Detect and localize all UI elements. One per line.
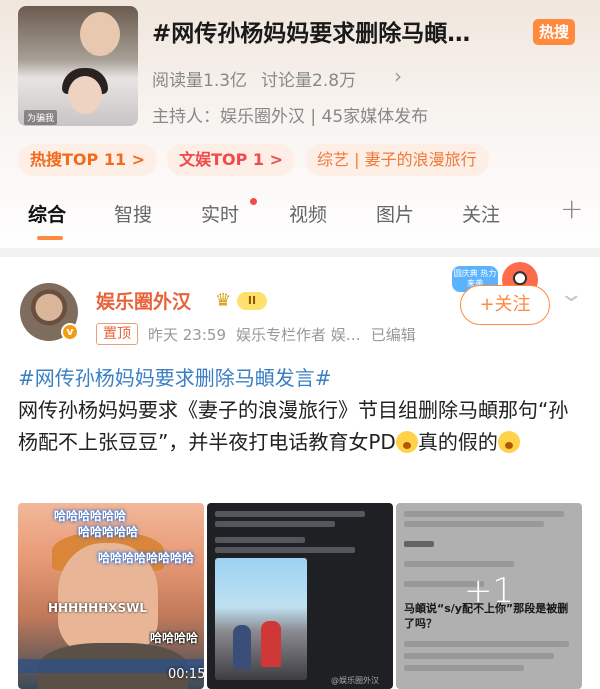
crown-icon: ♛: [215, 290, 232, 311]
tab-smart-search[interactable]: 智搜: [114, 200, 152, 227]
chip-hot-rank[interactable]: 热搜TOP 11 >: [18, 144, 158, 176]
post-body: #网传孙杨妈妈要求删除马頔发言# 网传孙杨妈妈要求《妻子的浪漫旅行》节目组删除马…: [18, 362, 588, 458]
verified-icon: v: [61, 323, 79, 341]
user-level-badge: II: [237, 292, 267, 310]
tab-realtime[interactable]: 实时: [201, 200, 239, 227]
author-name[interactable]: 娱乐圈外汉: [96, 287, 191, 314]
post-time: 昨天 23:59: [148, 325, 226, 344]
post-text-end: 真的假的: [417, 430, 498, 454]
tab-bar: 综合 智搜 实时 视频 图片 关注 +: [0, 190, 600, 240]
chip-variety-show[interactable]: 综艺 | 妻子的浪漫旅行: [305, 144, 489, 176]
tab-comprehensive[interactable]: 综合: [28, 200, 66, 227]
thumb-figure-1: [233, 625, 251, 669]
topic-chips: 热搜TOP 11 > 文娱TOP 1 > 综艺 | 妻子的浪漫旅行: [18, 144, 489, 176]
pinned-badge: 置顶: [96, 323, 138, 345]
image-thumbnail-3[interactable]: 马頔说“s/y配不上你”那段是被删了吗？ +1: [396, 503, 582, 689]
follow-button[interactable]: +关注: [460, 285, 550, 325]
laugh-caption-1: 哈哈哈哈哈哈: [54, 509, 127, 523]
laugh-caption-3: 哈哈哈哈哈哈哈哈: [98, 551, 195, 565]
chip-ent-rank[interactable]: 文娱TOP 1 >: [167, 144, 295, 176]
tab-images[interactable]: 图片: [376, 200, 414, 227]
new-content-dot: [250, 198, 257, 205]
discussion-count: 讨论量2.8万: [261, 71, 357, 91]
laugh-caption-4: HHHHHHXSWL: [48, 601, 148, 615]
section-divider: [0, 248, 600, 257]
edited-label: 已编辑: [370, 325, 416, 344]
more-images-count: +1: [463, 571, 515, 611]
topic-stats[interactable]: 阅读量1.3亿 讨论量2.8万: [152, 66, 356, 91]
shocked-emoji-icon: [395, 431, 418, 453]
laugh-caption-2: 哈哈哈哈哈: [78, 525, 139, 539]
tab-video[interactable]: 视频: [289, 200, 327, 227]
cover-caption: 为骗我: [24, 110, 58, 125]
read-count: 阅读量1.3亿: [152, 71, 248, 91]
cover-face: [80, 12, 120, 56]
video-thumbnail[interactable]: 哈哈哈哈哈哈 哈哈哈哈哈 哈哈哈哈哈哈哈哈 HHHHHHXSWL 哈哈哈哈 00…: [18, 503, 204, 689]
post-source: 娱乐专栏作者 娱…: [236, 325, 361, 344]
add-tab-icon[interactable]: +: [560, 192, 583, 225]
hot-badge: 热搜: [533, 19, 576, 45]
laugh-caption-5: 哈哈哈哈: [150, 631, 199, 645]
topic-title: #网传孙杨妈妈要求删除马頔…: [152, 21, 471, 47]
topic-cover-image[interactable]: 为骗我: [18, 6, 138, 126]
video-duration: 00:15: [168, 667, 204, 682]
cover-face-2: [68, 76, 102, 114]
thinking-emoji-icon: [497, 431, 520, 453]
post-meta: 置顶 昨天 23:59 娱乐专栏作者 娱… 已编辑: [96, 323, 416, 345]
post-hashtag[interactable]: #网传孙杨妈妈要求删除马頔发言#: [18, 362, 588, 394]
active-tab-indicator: [37, 236, 63, 240]
image-watermark: @娱乐圈外汉: [331, 676, 379, 685]
chevron-down-icon[interactable]: ⌄: [558, 282, 584, 307]
image-thumbnail-2[interactable]: @娱乐圈外汉: [207, 503, 393, 689]
chevron-right-icon[interactable]: ›: [394, 64, 402, 88]
tab-following[interactable]: 关注: [462, 200, 500, 227]
topic-host[interactable]: 主持人：娱乐圈外汉 | 45家媒体发布: [152, 102, 428, 127]
thumb-figure-2: [261, 621, 281, 667]
